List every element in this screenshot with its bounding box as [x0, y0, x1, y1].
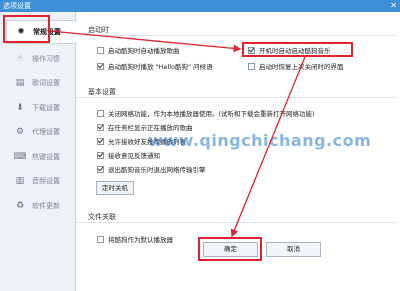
sidebar-item-hotkeys[interactable]: ⌨ 热键设置 [6, 145, 74, 169]
section-divider [77, 35, 397, 36]
close-network-label: 关闭网络功能，作为本地播放器使用。(试听和下载会重新打开网络功能) [108, 110, 315, 118]
update-icon: ♻ [15, 201, 25, 211]
close-icon[interactable]: ✕ [390, 0, 397, 12]
timer-shutdown-button[interactable]: 定时关机 [96, 181, 134, 195]
close-network-checkbox[interactable] [97, 109, 104, 117]
section-divider [77, 222, 397, 223]
auto-play-checkbox[interactable] [97, 46, 104, 54]
lyrics-icon: ▤ [15, 78, 25, 88]
exit-engine-checkbox[interactable] [97, 165, 104, 173]
taskbar-show-checkbox[interactable] [97, 123, 104, 131]
sidebar-item-audio[interactable]: ▥ 音频设置 [6, 169, 74, 193]
proxy-icon: ⚙ [15, 127, 25, 137]
sidebar-item-lyrics[interactable]: ▤ 歌词设置 [6, 71, 74, 95]
section-title-basic: 基本设置 [88, 88, 116, 96]
window-title: 选项设置 [3, 2, 31, 10]
restore-ui-checkbox[interactable] [248, 62, 255, 70]
auto-play-label: 启动酷狗时自动播放歌曲 [108, 47, 180, 55]
option-exit-engine[interactable]: 退出酷狗音乐时退出网络传输引擎 [97, 164, 206, 174]
download-icon: ⬇ [16, 103, 24, 113]
sidebar-item-label: 歌词设置 [32, 79, 60, 87]
sidebar-item-update[interactable]: ♻ 软件更新 [6, 194, 74, 218]
sidebar-item-habits[interactable]: ☝ 操作习惯 [6, 47, 74, 71]
hello-sound-label: 启动酷狗时播放 "Hello酷狗" 问候语 [108, 63, 213, 71]
allow-receive-checkbox[interactable] [97, 137, 104, 145]
sidebar-item-label: 代理设置 [32, 128, 60, 136]
restore-ui-label: 启动时恢复上次关闭时的界面 [259, 63, 344, 71]
sidebar-item-download[interactable]: ⬇ 下载设置 [6, 96, 74, 120]
section-divider [77, 97, 397, 98]
sidebar-item-label: 下载设置 [32, 104, 60, 112]
feedback-label: 接收意见反馈通知 [108, 152, 160, 160]
sidebar-item-label: 音频设置 [32, 177, 60, 185]
feedback-checkbox[interactable] [97, 151, 104, 159]
highlight-box-sidebar [3, 15, 50, 43]
window-titlebar: 选项设置 ✕ [0, 0, 400, 12]
option-feedback[interactable]: 接收意见反馈通知 [97, 150, 160, 160]
sidebar-item-label: 热键设置 [32, 153, 60, 161]
option-auto-play[interactable]: 启动酷狗时自动播放歌曲 [97, 45, 180, 55]
section-title-file-assoc: 文件关联 [88, 213, 116, 221]
exit-engine-label: 退出酷狗音乐时退出网络传输引擎 [108, 166, 206, 174]
sidebar-item-label: 操作习惯 [32, 55, 60, 63]
keyboard-icon: ⌨ [13, 152, 27, 162]
audio-icon: ▥ [15, 176, 25, 186]
gesture-icon: ☝ [17, 54, 23, 64]
option-restore-ui[interactable]: 启动时恢复上次关闭时的界面 [248, 61, 344, 71]
hello-sound-checkbox[interactable] [97, 62, 104, 70]
option-close-network[interactable]: 关闭网络功能，作为本地播放器使用。(试听和下载会重新打开网络功能) [97, 108, 315, 118]
watermark-text: www.qingchichang.com [148, 131, 372, 150]
option-hello-sound[interactable]: 启动酷狗时播放 "Hello酷狗" 问候语 [97, 61, 213, 71]
sidebar-item-label: 软件更新 [32, 202, 60, 210]
cancel-button[interactable]: 取消 [266, 242, 321, 257]
highlight-box-ok [198, 237, 262, 261]
sidebar-item-proxy[interactable]: ⚙ 代理设置 [6, 120, 74, 144]
highlight-box-launch-on-boot [242, 42, 353, 57]
settings-sidebar: ✹ 常规设置 ☝ 操作习惯 ▤ 歌词设置 ⬇ 下载设置 ⚙ 代理设置 ⌨ 热键设… [0, 12, 77, 291]
section-title-startup: 启动时 [88, 26, 109, 34]
